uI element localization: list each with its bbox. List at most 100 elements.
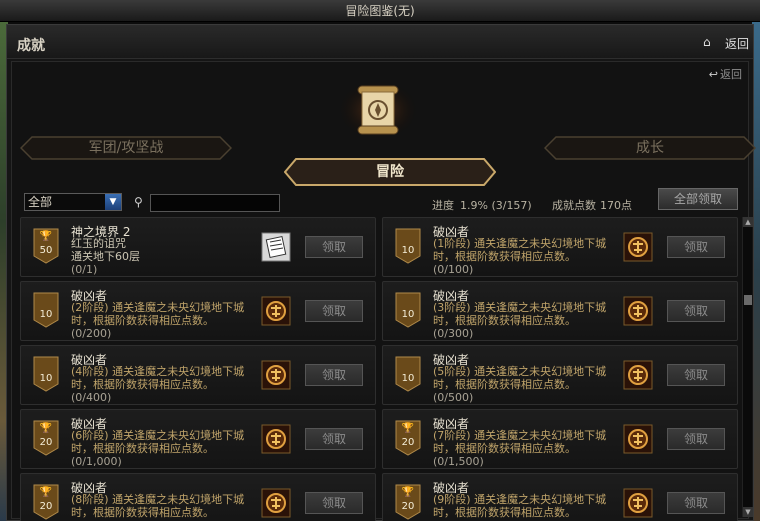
achievement-progress: (0/1) bbox=[71, 263, 98, 276]
emblem-reward-icon[interactable] bbox=[623, 232, 653, 262]
claim-button[interactable]: 领取 bbox=[305, 300, 363, 322]
achievement-card: 10 破凶者 (1阶段) 通关逢魔之未央幻境地下城时，根据阶数获得相应点数。 (0/1… bbox=[382, 217, 738, 277]
achievement-progress: (0/300) bbox=[433, 327, 474, 340]
level-value: 20 bbox=[401, 501, 415, 512]
level-badge: 🏆 50 bbox=[33, 228, 59, 264]
achievement-description: 红玉的诅咒 通关地下60层 bbox=[71, 237, 140, 263]
achievement-description: (9阶段) 通关逢魔之未央幻境地下城时，根据阶数获得相应点数。 bbox=[433, 493, 607, 519]
tab-adventure[interactable]: 冒险 bbox=[284, 158, 496, 186]
scroll-down-icon[interactable]: ▼ bbox=[743, 507, 753, 517]
emblem-reward-icon[interactable] bbox=[623, 296, 653, 326]
claim-button[interactable]: 领取 bbox=[667, 236, 725, 258]
level-value: 10 bbox=[39, 309, 53, 320]
window-title: 冒险图鉴(无) bbox=[345, 4, 415, 18]
achievement-progress: (0/100) bbox=[433, 263, 474, 276]
back-button[interactable]: 返回 bbox=[725, 35, 749, 52]
level-badge: 🏆 20 bbox=[395, 420, 421, 456]
tab-adventure-label: 冒险 bbox=[376, 164, 404, 180]
window-titlebar: 冒险图鉴(无) bbox=[0, 0, 760, 22]
level-value: 20 bbox=[39, 437, 53, 448]
achievement-description: (4阶段) 通关逢魔之未央幻境地下城时，根据阶数获得相应点数。 bbox=[71, 365, 245, 391]
level-badge: 🏆 20 bbox=[33, 484, 59, 520]
emblem-reward-icon[interactable] bbox=[623, 424, 653, 454]
points-value: 170点 bbox=[600, 199, 632, 212]
emblem-reward-icon[interactable] bbox=[261, 488, 291, 518]
emblem-reward-icon[interactable] bbox=[261, 296, 291, 326]
page-title: 成就 bbox=[17, 38, 45, 54]
trophy-icon: 🏆 bbox=[39, 487, 53, 498]
level-badge: 10 bbox=[395, 356, 421, 392]
achievement-card: 10 破凶者 (5阶段) 通关逢魔之未央幻境地下城时，根据阶数获得相应点数。 (0/5… bbox=[382, 345, 738, 405]
level-badge: 10 bbox=[395, 228, 421, 264]
emblem-reward-icon[interactable] bbox=[261, 360, 291, 390]
achievement-card: 10 破凶者 (3阶段) 通关逢魔之未央幻境地下城时，根据阶数获得相应点数。 (0/3… bbox=[382, 281, 738, 341]
claim-button[interactable]: 领取 bbox=[305, 236, 363, 258]
progress-label: 进度 bbox=[432, 199, 454, 212]
level-badge: 🏆 20 bbox=[33, 420, 59, 456]
achievement-progress: (0/1,000) bbox=[71, 455, 122, 468]
level-badge: 🏆 20 bbox=[395, 484, 421, 520]
tab-growth-label: 成长 bbox=[636, 140, 664, 156]
achievement-panel: ↩ 返回 军团/攻坚战 冒险 成长 全部 ▼ ⚲ 进度 1.9% (3/157)… bbox=[11, 61, 756, 521]
category-select-value: 全部 bbox=[28, 195, 53, 209]
claim-button[interactable]: 领取 bbox=[667, 364, 725, 386]
home-icon[interactable]: ⌂ bbox=[703, 36, 715, 48]
inner-back-button[interactable]: ↩ 返回 bbox=[709, 66, 742, 82]
achievement-card: 🏆 20 破凶者 (7阶段) 通关逢魔之未央幻境地下城时，根据阶数获得相应点数。 (0/… bbox=[382, 409, 738, 469]
achievement-description: (3阶段) 通关逢魔之未央幻境地下城时，根据阶数获得相应点数。 bbox=[433, 301, 607, 327]
achievement-description: (7阶段) 通关逢魔之未央幻境地下城时，根据阶数获得相应点数。 bbox=[433, 429, 607, 455]
scroll-thumb[interactable] bbox=[744, 295, 752, 305]
points-stat: 成就点数 170点 bbox=[552, 197, 632, 213]
claim-button[interactable]: 领取 bbox=[305, 364, 363, 386]
achievement-card: 🏆20破凶者(9阶段) 通关逢魔之未央幻境地下城时，根据阶数获得相应点数。(0/… bbox=[382, 473, 738, 521]
achievement-progress: (0/500) bbox=[433, 391, 474, 404]
search-input[interactable] bbox=[150, 194, 280, 212]
achievement-description: (5阶段) 通关逢魔之未央幻境地下城时，根据阶数获得相应点数。 bbox=[433, 365, 607, 391]
emblem-reward-icon[interactable] bbox=[623, 488, 653, 518]
tab-legion-raid[interactable]: 军团/攻坚战 bbox=[20, 136, 232, 160]
achievement-description: (8阶段) 通关逢魔之未央幻境地下城时，根据阶数获得相应点数。 bbox=[71, 493, 245, 519]
progress-value: 1.9% (3/157) bbox=[460, 199, 532, 212]
progress-stat: 进度 1.9% (3/157) bbox=[432, 197, 532, 213]
claim-button[interactable]: 领取 bbox=[667, 300, 725, 322]
scroll-reward-icon[interactable] bbox=[261, 232, 291, 262]
achievement-progress: (0/200) bbox=[71, 327, 112, 340]
scrollbar[interactable]: ▲ ▼ bbox=[742, 217, 753, 517]
achievement-window: 成就 ⌂ 返回 ↩ 返回 军团/攻坚战 冒险 成长 全部 ▼ ⚲ 进度 1.9%… bbox=[6, 24, 756, 521]
level-value: 10 bbox=[401, 245, 415, 256]
achievement-card: 10 破凶者 (4阶段) 通关逢魔之未央幻境地下城时，根据阶数获得相应点数。 (0/4… bbox=[20, 345, 376, 405]
level-badge: 10 bbox=[33, 356, 59, 392]
claim-button[interactable]: 领取 bbox=[667, 492, 725, 514]
trophy-icon: 🏆 bbox=[401, 487, 415, 498]
claim-button[interactable]: 领取 bbox=[305, 492, 363, 514]
return-arrow-icon: ↩ bbox=[708, 68, 718, 81]
achievement-card: 10 破凶者 (2阶段) 通关逢魔之未央幻境地下城时，根据阶数获得相应点数。 (0/2… bbox=[20, 281, 376, 341]
achievement-description: (6阶段) 通关逢魔之未央幻境地下城时，根据阶数获得相应点数。 bbox=[71, 429, 245, 455]
achievement-card: 🏆 50 神之境界 2 红玉的诅咒 通关地下60层 (0/1) 领取 bbox=[20, 217, 376, 277]
achievement-card: 🏆 20 破凶者 (6阶段) 通关逢魔之未央幻境地下城时，根据阶数获得相应点数。 (0/… bbox=[20, 409, 376, 469]
level-value: 50 bbox=[39, 245, 53, 256]
claim-button[interactable]: 领取 bbox=[305, 428, 363, 450]
achievement-description: (2阶段) 通关逢魔之未央幻境地下城时，根据阶数获得相应点数。 bbox=[71, 301, 245, 327]
emblem-reward-icon[interactable] bbox=[261, 424, 291, 454]
trophy-icon: 🏆 bbox=[39, 231, 53, 242]
scroll-up-icon[interactable]: ▲ bbox=[743, 217, 753, 227]
claim-all-button[interactable]: 全部领取 bbox=[658, 188, 738, 210]
level-badge: 10 bbox=[395, 292, 421, 328]
achievement-progress: (0/400) bbox=[71, 391, 112, 404]
tab-growth[interactable]: 成长 bbox=[544, 136, 756, 160]
scroll-emblem-icon bbox=[338, 80, 418, 138]
category-select[interactable]: 全部 ▼ bbox=[24, 193, 122, 211]
level-value: 10 bbox=[401, 309, 415, 320]
achievement-description: (1阶段) 通关逢魔之未央幻境地下城时，根据阶数获得相应点数。 bbox=[433, 237, 607, 263]
level-value: 10 bbox=[39, 373, 53, 384]
achievement-progress: (0/1,500) bbox=[433, 455, 484, 468]
trophy-icon: 🏆 bbox=[39, 423, 53, 434]
trophy-icon: 🏆 bbox=[401, 423, 415, 434]
level-value: 20 bbox=[39, 501, 53, 512]
claim-button[interactable]: 领取 bbox=[667, 428, 725, 450]
emblem-reward-icon[interactable] bbox=[623, 360, 653, 390]
chevron-down-icon[interactable]: ▼ bbox=[105, 194, 121, 210]
level-badge: 10 bbox=[33, 292, 59, 328]
points-label: 成就点数 bbox=[552, 199, 596, 212]
